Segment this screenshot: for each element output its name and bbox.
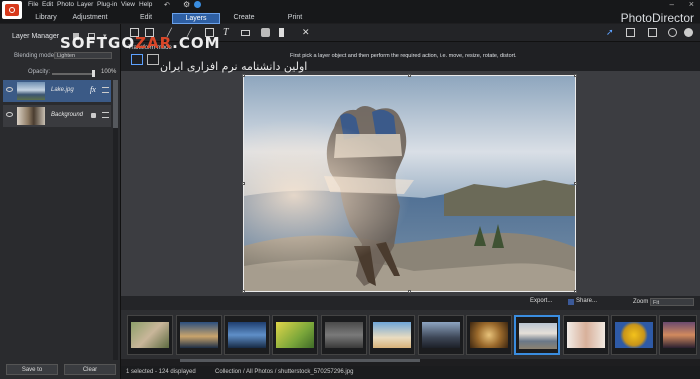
filmstrip-thumbnail[interactable] [321,315,367,355]
undo-icon[interactable]: ↶ [164,1,170,9]
transform-distort-mode-icon[interactable] [147,54,159,65]
filmstrip-thumbnail[interactable] [466,315,512,355]
transform-handle[interactable] [408,74,411,77]
layer-name[interactable]: Lake.jpg [51,87,74,93]
watermark-tagline: اولین دانشنامه نرم افزاری ایران [160,60,308,73]
zoom-icon[interactable] [668,28,677,37]
menu-plugin[interactable]: Plug-in [97,1,117,8]
tab-layers[interactable]: Layers [172,13,220,24]
layer-adjust-icon[interactable] [102,87,109,93]
menu-edit[interactable]: Edit [42,1,53,8]
eye-icon[interactable] [6,112,13,117]
zoom-select[interactable]: Fit [650,298,694,306]
update-icon[interactable] [194,1,201,8]
filmstrip-thumbnail[interactable] [272,315,318,355]
status-bar [121,366,700,379]
layer-list-scroll-thumb[interactable] [113,80,118,128]
browser-toolbar [121,296,700,310]
share-button[interactable]: Share... [576,298,597,304]
transform-handle[interactable] [242,290,245,293]
menu-view[interactable]: View [121,1,135,8]
filmstrip-thumbnail-selected[interactable] [514,315,560,355]
compare-icon[interactable] [648,28,657,37]
menu-help[interactable]: Help [139,1,152,8]
tab-create[interactable]: Create [228,13,260,22]
crop-icon[interactable] [626,28,635,37]
fill-tool-icon[interactable] [261,28,270,37]
layer-adjust-icon[interactable] [102,112,109,118]
fx-icon[interactable]: fx [90,85,96,94]
transform-handle[interactable] [574,74,577,77]
filmstrip-thumbnail[interactable] [224,315,270,355]
facebook-icon [568,299,574,305]
blending-mode-select[interactable]: Lighten [54,52,112,59]
gradient-tool-icon[interactable] [279,28,284,37]
tab-print[interactable]: Print [282,13,308,22]
double-exposure-photo [244,76,575,291]
file-path: Collection / All Photos / shutterstock_5… [215,369,354,375]
main-photo-canvas[interactable] [243,75,576,292]
layer-row-background[interactable]: Background [3,105,111,127]
menu-photo[interactable]: Photo [57,1,74,8]
opacity-label: Opacity: [28,69,51,75]
tab-edit[interactable]: Edit [132,13,160,22]
text-tool-icon[interactable]: T [223,28,232,38]
layer-thumbnail [17,107,45,125]
transform-handle[interactable] [408,290,411,293]
tab-adjustment[interactable]: Adjustment [68,13,112,22]
filmstrip-thumbnail[interactable] [611,315,657,355]
close-button[interactable]: × [689,0,694,9]
zoom-label: Zoom [633,299,649,305]
filmstrip-thumbnail[interactable] [563,315,609,355]
filmstrip-thumbnail[interactable] [176,315,222,355]
app-title: PhotoDirector [620,11,694,25]
layer-manager-title: Layer Manager [12,33,60,40]
transform-handle[interactable] [574,290,577,293]
filmstrip-thumbnail[interactable] [418,315,464,355]
layer-manager-panel [0,24,121,379]
watermark-logo: SOFTGOZAR.COM [60,34,221,52]
layer-thumbnail [17,82,45,100]
opacity-slider[interactable] [52,73,94,75]
transform-tool-icon[interactable]: ✕ [302,28,311,37]
app-logo-icon [2,1,22,19]
opacity-value: 100% [101,69,117,75]
minimize-button[interactable]: – [670,0,674,9]
selection-count: 1 selected - 124 displayed [126,369,196,375]
save-to-button[interactable]: Save to [6,364,58,375]
select-pointer-icon[interactable]: ➚ [606,28,615,37]
export-button[interactable]: Export... [530,298,552,304]
shape-tool-icon[interactable] [241,30,250,36]
pan-icon[interactable] [684,28,693,37]
filmstrip-scrollbar[interactable] [180,359,420,362]
settings-icon[interactable]: ⚙ [183,0,190,9]
transform-handle[interactable] [574,182,577,185]
menu-file[interactable]: File [28,1,38,8]
transform-instruction: First pick a layer object and then perfo… [290,53,517,59]
filmstrip-thumbnail[interactable] [369,315,415,355]
opacity-slider-handle[interactable] [92,70,95,77]
clear-button[interactable]: Clear [64,364,116,375]
transform-move-mode-icon[interactable] [131,54,143,65]
filmstrip-thumbnail[interactable] [127,315,173,355]
layer-name[interactable]: Background [51,112,83,118]
lock-icon[interactable] [91,113,96,118]
menu-layer[interactable]: Layer [77,1,93,8]
transform-handle[interactable] [242,182,245,185]
filmstrip-thumbnail[interactable] [659,315,697,355]
tab-library[interactable]: Library [28,13,64,22]
eye-icon[interactable] [6,87,13,92]
blending-mode-label: Blending mode: [14,53,56,59]
transform-handle[interactable] [242,74,245,77]
layer-row-lake[interactable]: Lake.jpg fx [3,80,111,102]
